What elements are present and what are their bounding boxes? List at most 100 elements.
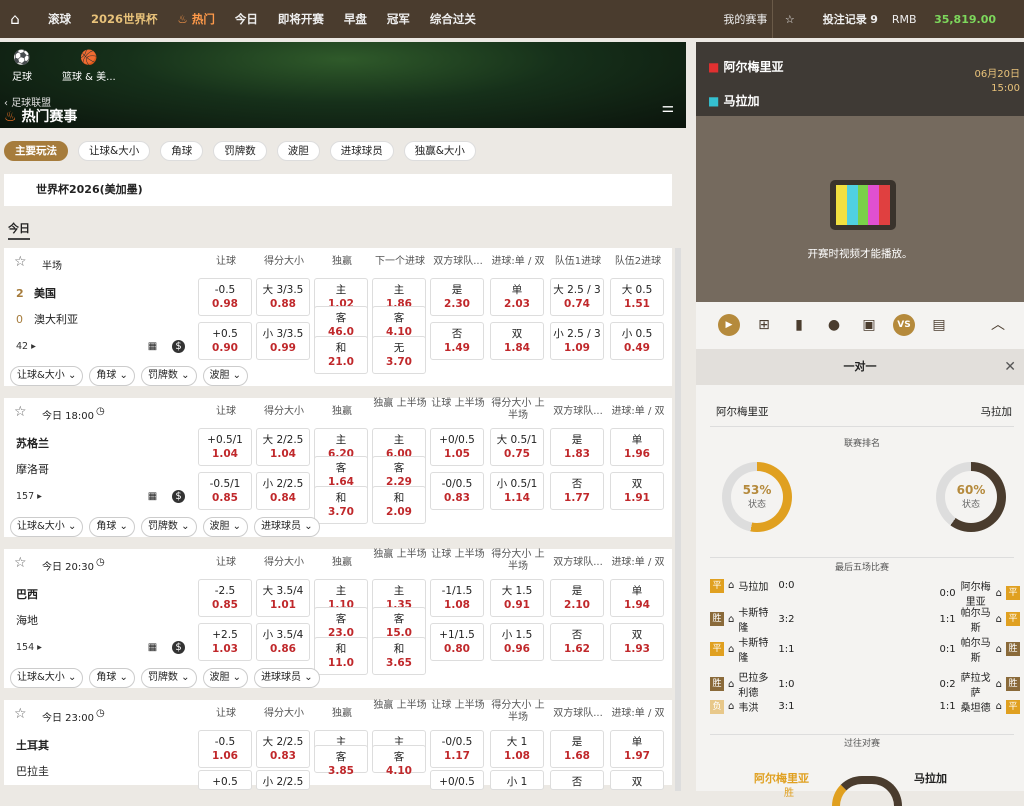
filter-icon[interactable]: ⚌ — [661, 100, 674, 116]
odds-cell[interactable]: 否 1.77 — [550, 472, 604, 510]
odds-cell[interactable]: 小 2/2.5 — [256, 770, 310, 790]
tab-main[interactable]: 主要玩法 — [4, 141, 68, 161]
more-markets-count[interactable]: 42 ▸ — [16, 341, 36, 352]
sub-market-tag[interactable]: 波胆 ⌄ — [202, 366, 249, 386]
odds-cell[interactable]: 大 2.5 / 3 0.74 — [550, 278, 604, 316]
odds-cell[interactable]: 小 1 — [490, 770, 544, 790]
odds-cell[interactable]: -0.5 1.06 — [198, 730, 252, 768]
sub-market-tag[interactable]: 罚牌数 ⌄ — [140, 366, 197, 386]
sub-market-tag[interactable]: 进球球员 ⌄ — [254, 668, 320, 688]
nav-upcoming[interactable]: 即将开赛 — [278, 11, 324, 27]
favorite-star-icon[interactable]: ☆ — [14, 555, 27, 571]
odds-cell[interactable]: 大 3.5/4 1.01 — [256, 579, 310, 617]
tab-correct-score[interactable]: 波胆 — [276, 141, 320, 161]
odds-cell[interactable]: +0.5/1 1.04 — [198, 428, 252, 466]
odds-cell[interactable]: 否 1.62 — [550, 623, 604, 661]
sub-market-tag[interactable]: 角球 ⌄ — [89, 668, 135, 688]
odds-cell[interactable]: +0.5 0.90 — [198, 322, 252, 360]
odds-cell[interactable]: 双 1.84 — [490, 322, 544, 360]
scrollbar[interactable] — [675, 248, 681, 791]
odds-cell[interactable]: 小 3.5/4 0.86 — [256, 623, 310, 661]
tab-handicap-ou[interactable]: 让球&大小 — [78, 141, 151, 161]
league-header[interactable]: 世界杯2026(美加墨) — [4, 174, 672, 206]
tab-goalscorer[interactable]: 进球球员 — [329, 141, 394, 161]
sub-market-tag[interactable]: 让球&大小 ⌄ — [10, 517, 84, 537]
cashout-icon[interactable]: $ — [172, 490, 185, 503]
nav-live[interactable]: 滚球 — [48, 11, 71, 27]
odds-cell[interactable]: 小 2/2.5 0.84 — [256, 472, 310, 510]
odds-cell[interactable]: -0.5 0.98 — [198, 278, 252, 316]
tab-corners[interactable]: 角球 — [160, 141, 204, 161]
vs-icon[interactable]: VS — [893, 314, 915, 336]
odds-cell[interactable]: 客 3.85 — [314, 745, 368, 777]
odds-cell[interactable]: 单 1.96 — [610, 428, 664, 466]
jersey-icon[interactable]: ▣ — [858, 314, 880, 336]
odds-cell[interactable]: 单 1.94 — [610, 579, 664, 617]
favorite-star-icon[interactable]: ☆ — [14, 706, 27, 722]
cashout-icon[interactable]: $ — [172, 340, 185, 353]
odds-cell[interactable]: 大 0.5 1.51 — [610, 278, 664, 316]
odds-cell[interactable]: 双 — [610, 770, 664, 790]
odds-cell[interactable]: 大 1 1.08 — [490, 730, 544, 768]
home-icon[interactable]: ⌂ — [2, 10, 28, 28]
sub-market-tag[interactable]: 波胆 ⌄ — [202, 668, 249, 688]
sub-market-tag[interactable]: 波胆 ⌄ — [202, 517, 249, 537]
odds-cell[interactable]: 和 21.0 — [314, 336, 368, 374]
odds-cell[interactable]: -2.5 0.85 — [198, 579, 252, 617]
odds-cell[interactable]: 是 2.30 — [430, 278, 484, 316]
sub-market-tag[interactable]: 进球球员 ⌄ — [254, 517, 320, 537]
odds-cell[interactable]: -0/0.5 0.83 — [430, 472, 484, 510]
sub-market-tag[interactable]: 角球 ⌄ — [89, 366, 135, 386]
tab-cards[interactable]: 罚牌数 — [213, 141, 267, 161]
odds-cell[interactable]: 无 3.70 — [372, 336, 426, 374]
odds-cell[interactable]: 是 1.68 — [550, 730, 604, 768]
bet-record-button[interactable]: 投注记录 9 — [823, 11, 878, 27]
odds-cell[interactable]: -0/0.5 1.17 — [430, 730, 484, 768]
odds-cell[interactable]: 大 2/2.5 1.04 — [256, 428, 310, 466]
field-stats-icon[interactable]: ▦ — [146, 641, 159, 654]
nav-early[interactable]: 早盘 — [344, 11, 367, 27]
odds-cell[interactable]: 是 1.83 — [550, 428, 604, 466]
odds-cell[interactable]: 小 1.5 0.96 — [490, 623, 544, 661]
odds-cell[interactable]: 小 2.5 / 3 1.09 — [550, 322, 604, 360]
my-matches-button[interactable]: 我的赛事 ☆ — [723, 11, 808, 27]
tab-1x2-ou[interactable]: 独赢&大小 — [403, 141, 476, 161]
odds-cell[interactable]: +0/0.5 1.05 — [430, 428, 484, 466]
nav-today[interactable]: 今日 — [235, 11, 258, 27]
odds-cell[interactable]: 和 2.09 — [372, 486, 426, 524]
sub-market-tag[interactable]: 罚牌数 ⌄ — [140, 517, 197, 537]
close-icon[interactable]: ✕ — [1004, 349, 1016, 385]
play-icon[interactable]: ▶ — [718, 314, 740, 336]
odds-cell[interactable]: -0.5/1 0.85 — [198, 472, 252, 510]
odds-cell[interactable]: +1/1.5 0.80 — [430, 623, 484, 661]
odds-cell[interactable]: 和 3.70 — [314, 486, 368, 524]
odds-cell[interactable]: 大 2/2.5 0.83 — [256, 730, 310, 768]
odds-cell[interactable]: 大 1.5 0.91 — [490, 579, 544, 617]
sport-football[interactable]: ⚽ 足球 — [12, 50, 32, 83]
odds-cell[interactable]: 单 2.03 — [490, 278, 544, 316]
sub-market-tag[interactable]: 角球 ⌄ — [89, 517, 135, 537]
favorite-star-icon[interactable]: ☆ — [14, 404, 27, 420]
odds-cell[interactable]: 小 0.5 0.49 — [610, 322, 664, 360]
field-stats-icon[interactable]: ▦ — [146, 340, 159, 353]
odds-cell[interactable]: 小 3/3.5 0.99 — [256, 322, 310, 360]
odds-cell[interactable]: -1/1.5 1.08 — [430, 579, 484, 617]
stats-icon[interactable]: ▮ — [788, 314, 810, 336]
odds-cell[interactable]: 大 3/3.5 0.88 — [256, 278, 310, 316]
sport-basketball[interactable]: 🏀 篮球 & 美... — [62, 50, 116, 83]
odds-cell[interactable]: 和 11.0 — [314, 637, 368, 675]
field-icon[interactable]: ⊞ — [753, 314, 775, 336]
odds-cell[interactable]: +0.5 — [198, 770, 252, 790]
scoreboard-icon[interactable]: ▤ — [928, 314, 950, 336]
odds-cell[interactable]: 小 0.5/1 1.14 — [490, 472, 544, 510]
favorite-star-icon[interactable]: ☆ — [14, 254, 27, 270]
nav-parlay[interactable]: 综合过关 — [430, 11, 476, 27]
collapse-icon[interactable]: ︿ — [987, 314, 1009, 336]
odds-cell[interactable]: 否 1.49 — [430, 322, 484, 360]
sub-market-tag[interactable]: 让球&大小 ⌄ — [10, 668, 84, 688]
sub-market-tag[interactable]: 罚牌数 ⌄ — [140, 668, 197, 688]
odds-cell[interactable]: 客 4.10 — [372, 745, 426, 777]
field-stats-icon[interactable]: ▦ — [146, 490, 159, 503]
odds-cell[interactable]: +0/0.5 — [430, 770, 484, 790]
nav-champion[interactable]: 冠军 — [387, 11, 410, 27]
